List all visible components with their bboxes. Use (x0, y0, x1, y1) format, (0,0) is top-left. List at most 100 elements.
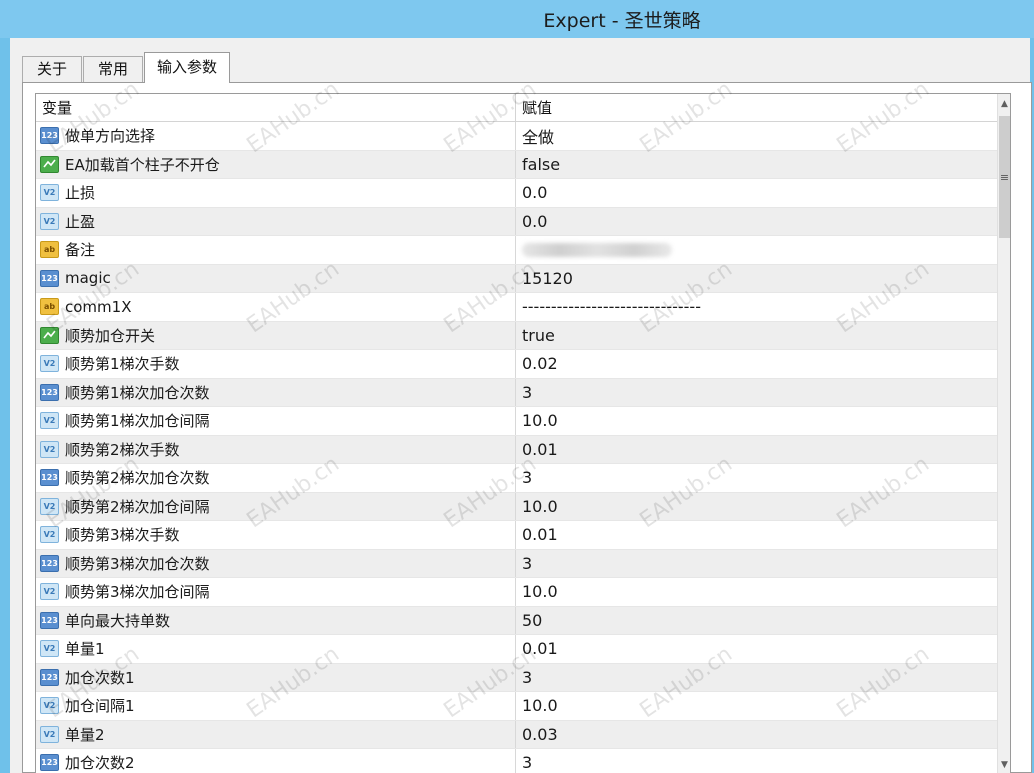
tab-input-parameters[interactable]: 输入参数 (144, 52, 230, 83)
parameter-value: 10.0 (522, 696, 558, 716)
parameter-value: 0.0 (522, 183, 548, 203)
parameter-name: 加仓次数1 (65, 668, 135, 687)
grid-header: 变量 赋值 (36, 94, 998, 122)
parameter-name: 顺势加仓开关 (65, 326, 156, 345)
column-header-variable[interactable]: 变量 (36, 94, 516, 122)
parameter-value: ------------------------------- (522, 297, 701, 317)
parameter-name-cell: 顺势加仓开关 (36, 321, 516, 349)
parameter-value-cell[interactable]: 10.0 (516, 692, 998, 720)
parameter-name-cell: 123 顺势第2梯次加仓次数 (36, 464, 516, 492)
parameter-value: 10.0 (522, 411, 558, 431)
parameter-row[interactable]: ab 备注 (36, 236, 998, 265)
parameter-name-cell: V2 顺势第3梯次手数 (36, 521, 516, 549)
parameter-value-cell[interactable]: 0.0 (516, 208, 998, 236)
parameter-row[interactable]: 123 单向最大持单数 50 (36, 606, 998, 635)
integer-type-icon: 123 (40, 554, 59, 572)
parameter-value-cell[interactable]: 10.0 (516, 493, 998, 521)
parameter-name: 顺势第3梯次加仓次数 (65, 554, 210, 573)
parameter-value: 0.02 (522, 354, 558, 374)
redacted-value (522, 242, 672, 257)
column-header-value[interactable]: 赋值 (516, 94, 998, 122)
parameter-name-cell: 123 加仓次数2 (36, 749, 516, 773)
parameter-name-cell: V2 顺势第2梯次加仓间隔 (36, 492, 516, 520)
parameter-value-cell[interactable]: 3 (516, 379, 998, 407)
parameter-value: 3 (522, 553, 533, 573)
parameter-row[interactable]: V2 加仓间隔1 10.0 (36, 692, 998, 721)
parameter-value-cell[interactable] (516, 236, 998, 264)
parameter-name: 备注 (65, 241, 96, 260)
parameter-name: 顺势第3梯次手数 (65, 526, 180, 545)
parameter-value-cell[interactable]: 15120 (516, 265, 998, 293)
parameter-value-cell[interactable]: 3 (516, 664, 998, 692)
scroll-up-arrow-icon[interactable]: ▲ (998, 94, 1010, 114)
parameter-name-cell: EA加载首个柱子不开仓 (36, 150, 516, 178)
input-parameters-panel: 变量 赋值 123 做单方向选择 全做 EA加载首个柱子不开仓 false V2 止损 0.0… (22, 82, 1032, 773)
parameter-row[interactable]: V2 顺势第2梯次加仓间隔 10.0 (36, 492, 998, 521)
parameter-name: 单向最大持单数 (65, 611, 171, 630)
parameter-row[interactable]: V2 止盈 0.0 (36, 207, 998, 236)
expert-properties-window: 关于 常用 输入参数 变量 赋值 123 做单方向选择 全做 EA加载首个柱子不开仓 f… (10, 38, 1032, 773)
parameter-row[interactable]: V2 止损 0.0 (36, 179, 998, 208)
parameter-row[interactable]: V2 顺势第3梯次加仓间隔 10.0 (36, 578, 998, 607)
double-type-icon: V2 (40, 497, 59, 515)
parameter-row[interactable]: 顺势加仓开关 true (36, 321, 998, 350)
parameter-value-cell[interactable]: 0.01 (516, 436, 998, 464)
double-type-icon: V2 (40, 526, 59, 544)
parameter-value-cell[interactable]: 0.01 (516, 635, 998, 663)
parameter-name-cell: V2 顺势第1梯次加仓间隔 (36, 407, 516, 435)
parameter-row[interactable]: 123 顺势第3梯次加仓次数 3 (36, 549, 998, 578)
grip-icon: ≡ (999, 170, 1010, 184)
parameter-name: 做单方向选择 (65, 127, 156, 146)
parameter-value-cell[interactable]: 3 (516, 550, 998, 578)
parameter-value-cell[interactable]: 50 (516, 607, 998, 635)
parameter-value-cell[interactable]: 3 (516, 464, 998, 492)
vertical-scrollbar[interactable]: ▲ ≡ ▼ (997, 94, 1010, 773)
tab-common[interactable]: 常用 (83, 56, 143, 82)
parameter-name-cell: ab comm1X (36, 293, 516, 321)
parameter-row[interactable]: V2 顺势第2梯次手数 0.01 (36, 435, 998, 464)
parameter-value-cell[interactable]: 3 (516, 749, 998, 773)
parameter-value-cell[interactable]: 0.0 (516, 179, 998, 207)
parameter-value-cell[interactable]: ------------------------------- (516, 293, 998, 321)
parameter-row[interactable]: V2 单量1 0.01 (36, 635, 998, 664)
parameter-name-cell: 123 顺势第1梯次加仓次数 (36, 378, 516, 406)
parameter-value-cell[interactable]: 0.03 (516, 721, 998, 749)
parameter-value-cell[interactable]: false (516, 151, 998, 179)
double-type-icon: V2 (40, 184, 59, 202)
parameter-name-cell: V2 止盈 (36, 207, 516, 235)
parameter-name-cell: 123 单向最大持单数 (36, 606, 516, 634)
parameter-value-cell[interactable]: 0.01 (516, 521, 998, 549)
parameter-row[interactable]: 123 做单方向选择 全做 (36, 122, 998, 151)
tab-about[interactable]: 关于 (22, 56, 82, 82)
integer-type-icon: 123 (40, 668, 59, 686)
parameter-row[interactable]: 123 加仓次数2 3 (36, 749, 998, 773)
parameter-row[interactable]: V2 单量2 0.03 (36, 720, 998, 749)
parameter-row[interactable]: 123 顺势第1梯次加仓次数 3 (36, 378, 998, 407)
scroll-down-arrow-icon[interactable]: ▼ (998, 755, 1010, 773)
parameter-name-cell: V2 加仓间隔1 (36, 692, 516, 720)
parameter-value-cell[interactable]: true (516, 322, 998, 350)
integer-type-icon: 123 (40, 469, 59, 487)
parameter-row[interactable]: V2 顺势第1梯次加仓间隔 10.0 (36, 407, 998, 436)
double-type-icon: V2 (40, 212, 59, 230)
parameter-value-cell[interactable]: 0.02 (516, 350, 998, 378)
parameter-value: 0.03 (522, 724, 558, 744)
string-type-icon: ab (40, 298, 59, 316)
parameter-name-cell: 123 顺势第3梯次加仓次数 (36, 549, 516, 577)
parameter-name: 顺势第1梯次手数 (65, 355, 180, 374)
parameter-row[interactable]: V2 顺势第1梯次手数 0.02 (36, 350, 998, 379)
parameter-row[interactable]: 123 加仓次数1 3 (36, 663, 998, 692)
parameter-value-cell[interactable]: 10.0 (516, 578, 998, 606)
parameter-row[interactable]: 123 顺势第2梯次加仓次数 3 (36, 464, 998, 493)
parameter-row[interactable]: 123 magic 15120 (36, 264, 998, 293)
parameters-grid: 变量 赋值 123 做单方向选择 全做 EA加载首个柱子不开仓 false V2 止损 0.0… (35, 93, 1011, 773)
parameter-value-cell[interactable]: 10.0 (516, 407, 998, 435)
window-title: Expert - 圣世策略 (543, 10, 701, 32)
parameter-row[interactable]: EA加载首个柱子不开仓 false (36, 150, 998, 179)
parameter-value-cell[interactable]: 全做 (516, 122, 998, 150)
parameter-row[interactable]: ab comm1X ------------------------------- (36, 293, 998, 322)
scroll-thumb[interactable]: ≡ (999, 116, 1010, 238)
parameter-name: EA加载首个柱子不开仓 (65, 155, 220, 174)
double-type-icon: V2 (40, 640, 59, 658)
parameter-row[interactable]: V2 顺势第3梯次手数 0.01 (36, 521, 998, 550)
